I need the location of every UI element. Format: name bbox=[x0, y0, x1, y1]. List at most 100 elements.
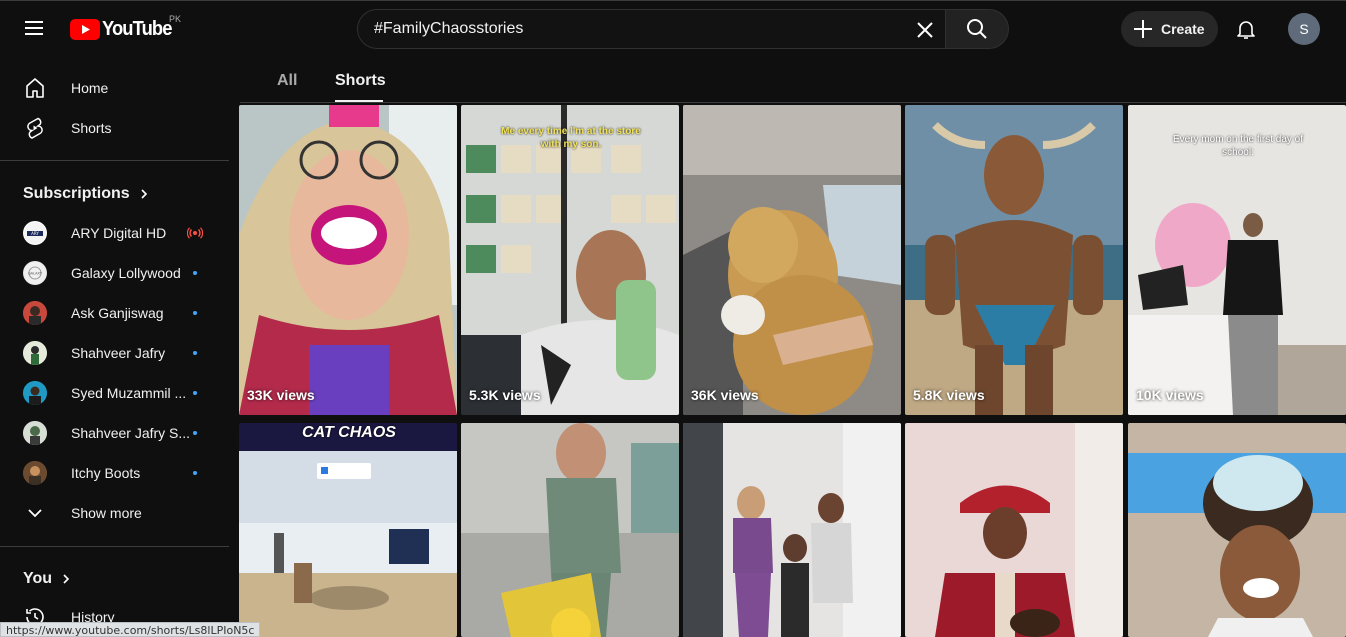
sidebar-item-label: Home bbox=[71, 80, 109, 96]
thumbnail-image bbox=[239, 105, 457, 415]
new-content-dot bbox=[193, 271, 197, 275]
view-count: 10K views bbox=[1136, 387, 1204, 403]
channel-name: Ask Ganjiswag bbox=[71, 305, 164, 321]
channel-name: Shahveer Jafry S... bbox=[71, 425, 191, 441]
live-icon bbox=[187, 225, 203, 241]
channel-name: Galaxy Lollywood bbox=[71, 265, 181, 281]
channel-avatar: GALAXY bbox=[23, 261, 47, 285]
short-thumbnail[interactable]: 5.8K views bbox=[905, 105, 1123, 415]
channel-name: Syed Muzammil ... bbox=[71, 385, 187, 401]
short-thumbnail[interactable] bbox=[905, 423, 1123, 637]
search-icon bbox=[967, 19, 987, 39]
shorts-icon bbox=[23, 116, 47, 140]
sidebar-item-shorts[interactable]: Shorts bbox=[12, 108, 228, 148]
subscription-item[interactable]: ARY ARY Digital HD bbox=[12, 213, 228, 253]
create-button[interactable]: Create bbox=[1121, 11, 1218, 47]
home-icon bbox=[23, 76, 47, 100]
subscriptions-title: Subscriptions bbox=[23, 185, 130, 202]
sidebar-item-home[interactable]: Home bbox=[12, 68, 228, 108]
chevron-right-icon bbox=[60, 573, 72, 585]
logo-text: YouTube bbox=[102, 17, 172, 40]
new-content-dot bbox=[193, 391, 197, 395]
thumbnail-caption: CAT CHAOS bbox=[302, 424, 396, 441]
thumbnail-image bbox=[239, 423, 457, 637]
thumbnail-caption: Every mom on the first day of school: bbox=[1172, 134, 1304, 158]
you-header[interactable]: You bbox=[23, 570, 72, 588]
subscription-item[interactable]: Shahveer Jafry bbox=[12, 333, 228, 373]
subscription-item[interactable]: Ask Ganjiswag bbox=[12, 293, 228, 333]
view-count: 33K views bbox=[247, 387, 315, 403]
menu-button[interactable] bbox=[14, 8, 54, 48]
new-content-dot bbox=[193, 351, 197, 355]
channel-avatar bbox=[23, 381, 47, 405]
avatar-letter: S bbox=[1299, 21, 1309, 37]
short-thumbnail[interactable] bbox=[683, 423, 901, 637]
subscription-item[interactable]: Itchy Boots bbox=[12, 453, 228, 493]
short-thumbnail[interactable]: 33K views bbox=[239, 105, 457, 415]
chevron-right-icon bbox=[138, 188, 150, 200]
tab-all[interactable]: All bbox=[277, 72, 297, 90]
search-query[interactable]: #FamilyChaosstories bbox=[374, 20, 523, 38]
subscription-item[interactable]: Shahveer Jafry S... bbox=[12, 413, 228, 453]
youtube-play-icon bbox=[70, 18, 100, 40]
svg-text:ARY: ARY bbox=[31, 231, 39, 236]
plus-icon bbox=[1131, 17, 1155, 41]
masthead: YouTube PK #FamilyChaosstories Create S bbox=[0, 0, 1346, 56]
view-count: 36K views bbox=[691, 387, 759, 403]
channel-name: Itchy Boots bbox=[71, 465, 141, 481]
sidebar-divider bbox=[0, 160, 229, 161]
show-more-button[interactable]: Show more bbox=[12, 493, 228, 533]
country-code: PK bbox=[169, 14, 182, 24]
subscriptions-header[interactable]: Subscriptions bbox=[23, 185, 150, 203]
channel-avatar: ARY bbox=[23, 221, 47, 245]
short-thumbnail[interactable]: 36K views bbox=[683, 105, 901, 415]
clear-search-button[interactable] bbox=[909, 14, 941, 46]
short-thumbnail[interactable] bbox=[1128, 423, 1346, 637]
view-count: 5.8K views bbox=[913, 387, 985, 403]
sidebar-divider bbox=[0, 546, 229, 547]
short-thumbnail[interactable] bbox=[461, 423, 679, 637]
create-label: Create bbox=[1161, 21, 1205, 37]
thumbnail-image bbox=[1128, 423, 1346, 637]
tabs-divider bbox=[240, 102, 1346, 103]
thumbnail-image bbox=[905, 423, 1123, 637]
thumbnail-image bbox=[461, 105, 679, 415]
view-count: 5.3K views bbox=[469, 387, 541, 403]
bell-icon bbox=[1237, 21, 1255, 39]
thumbnail-image bbox=[683, 105, 901, 415]
new-content-dot bbox=[193, 311, 197, 315]
search-button[interactable] bbox=[945, 9, 1009, 49]
search-input[interactable]: #FamilyChaosstories bbox=[357, 9, 946, 49]
top-divider bbox=[0, 0, 1346, 1]
thumbnail-caption: Me every time I'm at the store with my s… bbox=[501, 126, 641, 150]
new-content-dot bbox=[193, 471, 197, 475]
channel-avatar bbox=[23, 301, 47, 325]
hamburger-icon bbox=[25, 21, 43, 35]
tab-shorts[interactable]: Shorts bbox=[335, 72, 386, 90]
subscription-item[interactable]: Syed Muzammil ... bbox=[12, 373, 228, 413]
new-content-dot bbox=[193, 431, 197, 435]
account-avatar[interactable]: S bbox=[1288, 13, 1320, 45]
chevron-down-icon bbox=[23, 501, 47, 525]
short-thumbnail[interactable]: CAT CHAOS bbox=[239, 423, 457, 637]
channel-name: ARY Digital HD bbox=[71, 225, 167, 241]
channel-avatar bbox=[23, 421, 47, 445]
status-bar-url: https://www.youtube.com/shorts/Ls8lLPIoN… bbox=[0, 622, 261, 637]
channel-avatar bbox=[23, 461, 47, 485]
short-thumbnail[interactable]: Every mom on the first day of school: 10… bbox=[1128, 105, 1346, 415]
close-icon bbox=[917, 22, 933, 38]
thumbnail-image bbox=[683, 423, 901, 637]
svg-text:GALAXY: GALAXY bbox=[28, 272, 43, 276]
notifications-button[interactable] bbox=[1226, 9, 1266, 49]
you-title: You bbox=[23, 570, 53, 587]
short-thumbnail[interactable]: Me every time I'm at the store with my s… bbox=[461, 105, 679, 415]
channel-name: Shahveer Jafry bbox=[71, 345, 166, 361]
thumbnail-image bbox=[905, 105, 1123, 415]
youtube-logo[interactable]: YouTube bbox=[70, 14, 178, 44]
show-more-label: Show more bbox=[71, 505, 142, 521]
subscription-item[interactable]: GALAXY Galaxy Lollywood bbox=[12, 253, 228, 293]
channel-avatar bbox=[23, 341, 47, 365]
sidebar: Home Shorts Subscriptions ARY ARY Digita… bbox=[0, 56, 240, 637]
thumbnail-image bbox=[461, 423, 679, 637]
sidebar-item-label: Shorts bbox=[71, 120, 112, 136]
